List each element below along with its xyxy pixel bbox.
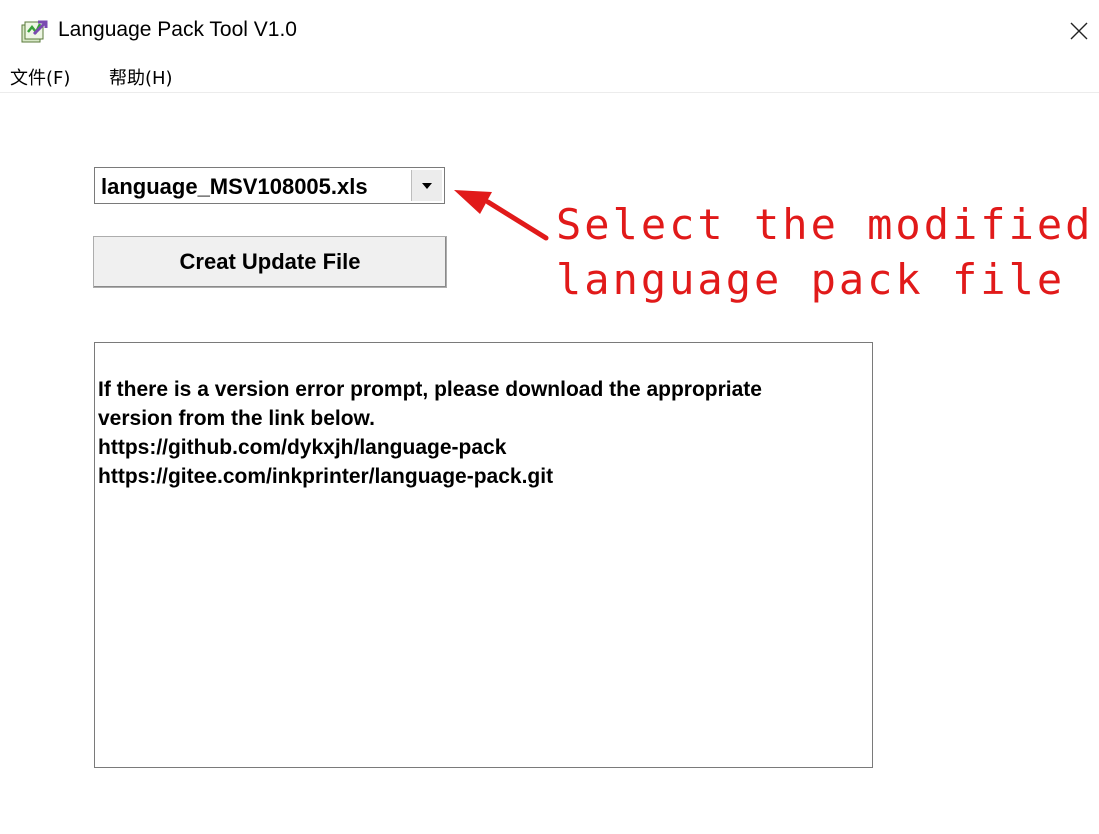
annotation-line: language pack file [556,255,1066,304]
info-text-box[interactable]: If there is a version error prompt, plea… [94,342,873,768]
dropdown-arrow-icon [422,182,432,189]
annotation-arrow-icon [454,190,549,241]
dropdown-arrow-button[interactable] [411,170,442,201]
info-line: version from the link below. [98,407,375,430]
annotation-text: Select the modified language pack file [556,197,1096,307]
menu-file[interactable]: 文件(F) [10,64,70,90]
annotation-line: Select the modified [556,200,1094,249]
menu-bar: 文件(F) 帮助(H) [0,60,1099,93]
close-icon [1070,22,1088,40]
github-link: https://github.com/dykxjh/language-pack [98,436,507,459]
selected-file-value: language_MSV108005.xls [101,174,368,199]
close-button[interactable] [1060,12,1098,50]
menu-help[interactable]: 帮助(H) [109,64,173,90]
language-file-select[interactable]: language_MSV108005.xls [94,167,445,204]
window-title: Language Pack Tool V1.0 [58,18,297,41]
title-bar: Language Pack Tool V1.0 [0,0,1099,60]
info-line: If there is a version error prompt, plea… [98,378,762,401]
gitee-link: https://gitee.com/inkprinter/language-pa… [98,465,554,488]
create-update-file-button[interactable]: Creat Update File [93,236,447,288]
app-icon [20,18,48,44]
